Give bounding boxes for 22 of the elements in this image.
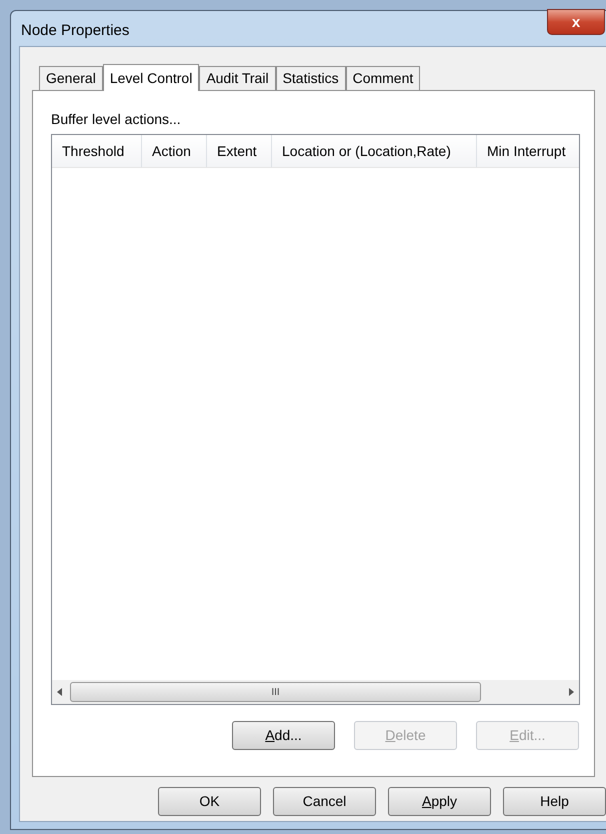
- column-header[interactable]: Action: [142, 135, 207, 167]
- scroll-thumb[interactable]: III: [70, 682, 481, 702]
- column-header[interactable]: Location or (Location,Rate): [272, 135, 477, 167]
- dialog-button[interactable]: Apply: [388, 787, 491, 816]
- close-button[interactable]: x: [547, 9, 605, 35]
- scroll-left-icon[interactable]: [56, 688, 64, 696]
- tab[interactable]: Comment: [346, 66, 420, 90]
- horizontal-scrollbar[interactable]: III: [52, 680, 579, 704]
- column-header[interactable]: Threshold: [52, 135, 142, 167]
- tab[interactable]: Level Control: [102, 64, 200, 91]
- tab[interactable]: General: [39, 66, 103, 90]
- window-title: Node Properties: [21, 21, 130, 41]
- dialog-button[interactable]: Help: [503, 787, 606, 816]
- tab[interactable]: Statistics: [276, 66, 346, 90]
- column-header[interactable]: Min Interrupt: [477, 135, 579, 167]
- list-button[interactable]: Add...: [232, 721, 335, 750]
- dialog-button[interactable]: OK: [158, 787, 261, 816]
- tab[interactable]: Audit Trail: [199, 66, 276, 90]
- column-header[interactable]: Extent: [207, 135, 272, 167]
- dialog-button[interactable]: Cancel: [273, 787, 376, 816]
- section-label: Buffer level actions...: [51, 110, 182, 129]
- scroll-right-icon[interactable]: [567, 688, 575, 696]
